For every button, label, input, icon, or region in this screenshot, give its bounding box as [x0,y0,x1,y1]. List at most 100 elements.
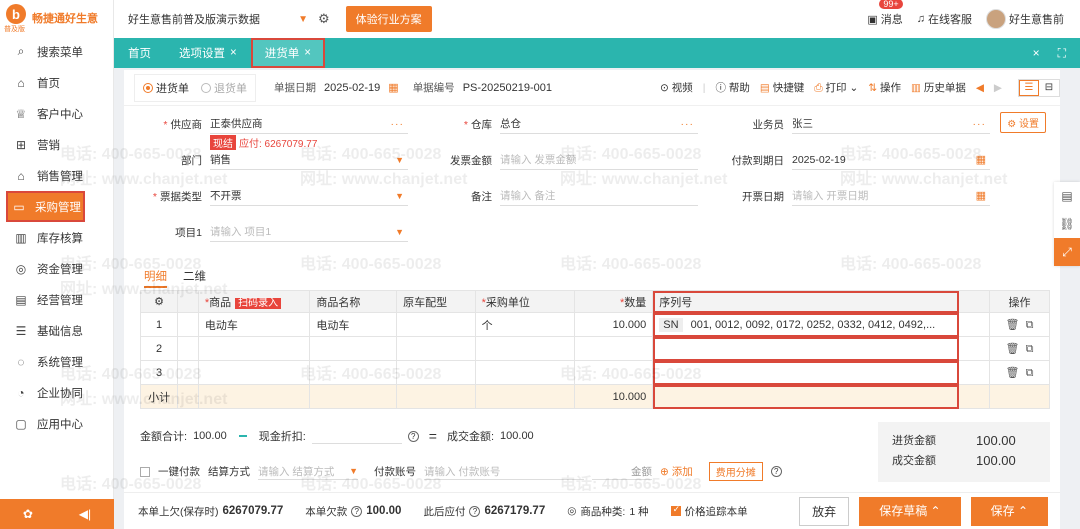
settings-button[interactable]: ⚙ 设置 [1000,112,1046,133]
delete-icon[interactable]: 🗑 [1006,343,1020,355]
date-value[interactable]: 2025-02-19 [324,82,380,94]
project-select[interactable]: 请输入 项目1 ▼ [210,222,408,242]
doc-no-value[interactable]: PS-20250219-001 [463,82,552,94]
price-track-checkbox[interactable] [670,504,681,516]
more-icon[interactable]: ··· [973,118,987,130]
remark-input[interactable]: 请输入 备注 [500,186,698,206]
sidebar-item[interactable]: ▤ 经营管理 [0,284,113,315]
sidebar-item[interactable]: ☰ 基础信息 [0,315,113,346]
copy-icon[interactable]: ⧉ [1026,367,1034,379]
question-icon[interactable]: ? [351,505,363,517]
invoice-date-input[interactable]: 请输入 开票日期 ▦ [792,186,990,206]
cell-qty[interactable] [573,360,654,385]
cell-model[interactable] [396,312,476,337]
close-icon[interactable]: × [230,47,237,59]
cell-unit[interactable]: 个 [474,312,575,337]
history-button[interactable]: ▥ 历史单据 [911,80,966,95]
cell-model[interactable] [396,336,476,361]
radio-purchase[interactable]: 进货单 [143,80,189,96]
tab-options[interactable]: 选项设置 × [165,38,251,68]
more-icon[interactable]: ··· [681,118,695,130]
cell-name[interactable] [309,360,398,385]
cell-qty[interactable] [573,336,654,361]
cell-product[interactable]: 电动车 [197,312,311,337]
invoice-amount-input[interactable]: 请输入 发票金额 [500,150,698,170]
more-icon[interactable]: ··· [391,118,405,130]
close-icon[interactable]: × [304,47,311,59]
expand-icon[interactable]: ⤢ [1054,238,1080,266]
add-payment-button[interactable]: ⊕ 添加 [660,464,693,479]
dept-select[interactable]: 销售 ▼ [210,150,408,170]
delete-icon[interactable]: 🗑 [1006,319,1020,331]
user-menu[interactable]: 好生意售前 [986,9,1064,29]
note-icon[interactable]: ▤ [1054,182,1080,210]
sidebar-item[interactable]: ⌂ 销售管理 [0,160,113,191]
grid-settings-header[interactable]: ⚙ [139,290,179,313]
table-row[interactable]: 2 🗑 ⧉ [139,336,1050,361]
amount-input[interactable]: 金额 [592,464,652,480]
invoice-type-select[interactable]: 不开票 ▼ [210,186,408,206]
sidebar-item[interactable]: ♕ 客户中心 [0,98,113,129]
gear-icon[interactable]: ⚙ [154,296,164,308]
discount-input[interactable] [311,428,402,444]
method-select[interactable]: 请输入 结算方式 ▼ [258,464,358,480]
cell-product[interactable] [197,336,311,361]
shortcut-button[interactable]: ▤ 快捷键 [760,80,804,95]
help-button[interactable]: ⓘ 帮助 [715,80,749,95]
copy-icon[interactable]: ⧉ [1026,343,1034,355]
sidebar-item[interactable]: ⌕ 搜索菜单 [0,36,113,67]
operate-button[interactable]: ⇅ 操作 [868,80,901,95]
sidebar-item[interactable]: ⌂ 首页 [0,67,113,98]
settings-icon[interactable]: ✿ [23,507,33,521]
save-button[interactable]: 保存 ⌃ [970,496,1048,526]
collapse-icon[interactable]: ◀| [79,507,91,521]
table-row[interactable]: 1 电动车 电动车 个 10.000 SN 001, 0012, 0092, 0172, 0… [139,312,1050,337]
cell-name[interactable] [309,336,398,361]
sidebar-item[interactable]: ▥ 库存核算 [0,222,113,253]
calendar-icon[interactable]: ▦ [976,153,986,166]
cell-serial[interactable]: SN 001, 0012, 0092, 0172, 0252, 0332, 041… [652,312,960,337]
tab-home[interactable]: 首页 [114,38,165,68]
cell-model[interactable] [396,360,476,385]
scan-entry-button[interactable]: 扫码录入 [235,297,282,309]
sidebar-item[interactable]: ▢ 应用中心 [0,408,113,439]
calendar-icon[interactable]: ▦ [976,189,986,202]
org-selector[interactable]: 好生意售前普及版演示数据 ▼ [128,11,308,27]
clerk-input[interactable]: 张三 ··· [792,114,990,134]
question-icon[interactable]: ? [407,430,419,442]
cell-product[interactable] [197,360,311,385]
close-all-icon[interactable]: × [1033,46,1040,61]
sidebar-item[interactable]: ◎ 资金管理 [0,253,113,284]
cell-serial[interactable] [652,360,960,385]
sidebar-item[interactable]: ⊞ 营销 [0,129,113,160]
question-icon[interactable]: ? [469,505,481,517]
messages-button[interactable]: ▣ 99+ 消息 [867,0,903,27]
account-input[interactable]: 请输入 付款账号 [424,464,584,480]
next-icon[interactable]: ▶ [994,82,1002,94]
save-draft-button[interactable]: 保存草稿 ⌃ [859,496,961,526]
one-click-pay-checkbox[interactable] [140,466,150,477]
support-button[interactable]: ♫ 在线客服 [917,11,972,27]
list-view-icon[interactable]: ☰ [1019,79,1039,96]
trial-industry-button[interactable]: 体验行业方案 [345,6,432,32]
gear-icon[interactable]: ⚙ [318,11,330,27]
radio-return[interactable]: 退货单 [201,80,247,96]
sidebar-item[interactable]: ◔ 企业协同 [0,377,113,408]
sidebar-item[interactable]: ▭ 采购管理 [6,191,85,222]
copy-icon[interactable]: ⧉ [1026,319,1034,331]
cell-unit[interactable] [474,336,575,361]
cell-name[interactable]: 电动车 [309,312,398,337]
warehouse-input[interactable]: 总仓 ··· [500,114,698,134]
fee-split-button[interactable]: 费用分摊 [708,462,763,481]
subtab-2d[interactable]: 二维 [183,268,206,288]
sidebar-item[interactable]: ◌ 系统管理 [0,346,113,377]
discard-button[interactable]: 放弃 [799,496,850,526]
table-row[interactable]: 3 🗑 ⧉ [139,360,1050,385]
print-button[interactable]: ⎙ 打印 ⌄ [814,80,858,95]
delete-icon[interactable]: 🗑 [1006,367,1020,379]
cell-qty[interactable]: 10.000 [573,312,654,337]
supplier-input[interactable]: 正泰供应商 ··· [210,114,408,134]
grid-view-icon[interactable]: ⊟ [1039,80,1059,96]
tab-purchase-order[interactable]: 进货单 × [250,38,325,68]
due-date-input[interactable]: 2025-02-19 ▦ [792,150,990,170]
